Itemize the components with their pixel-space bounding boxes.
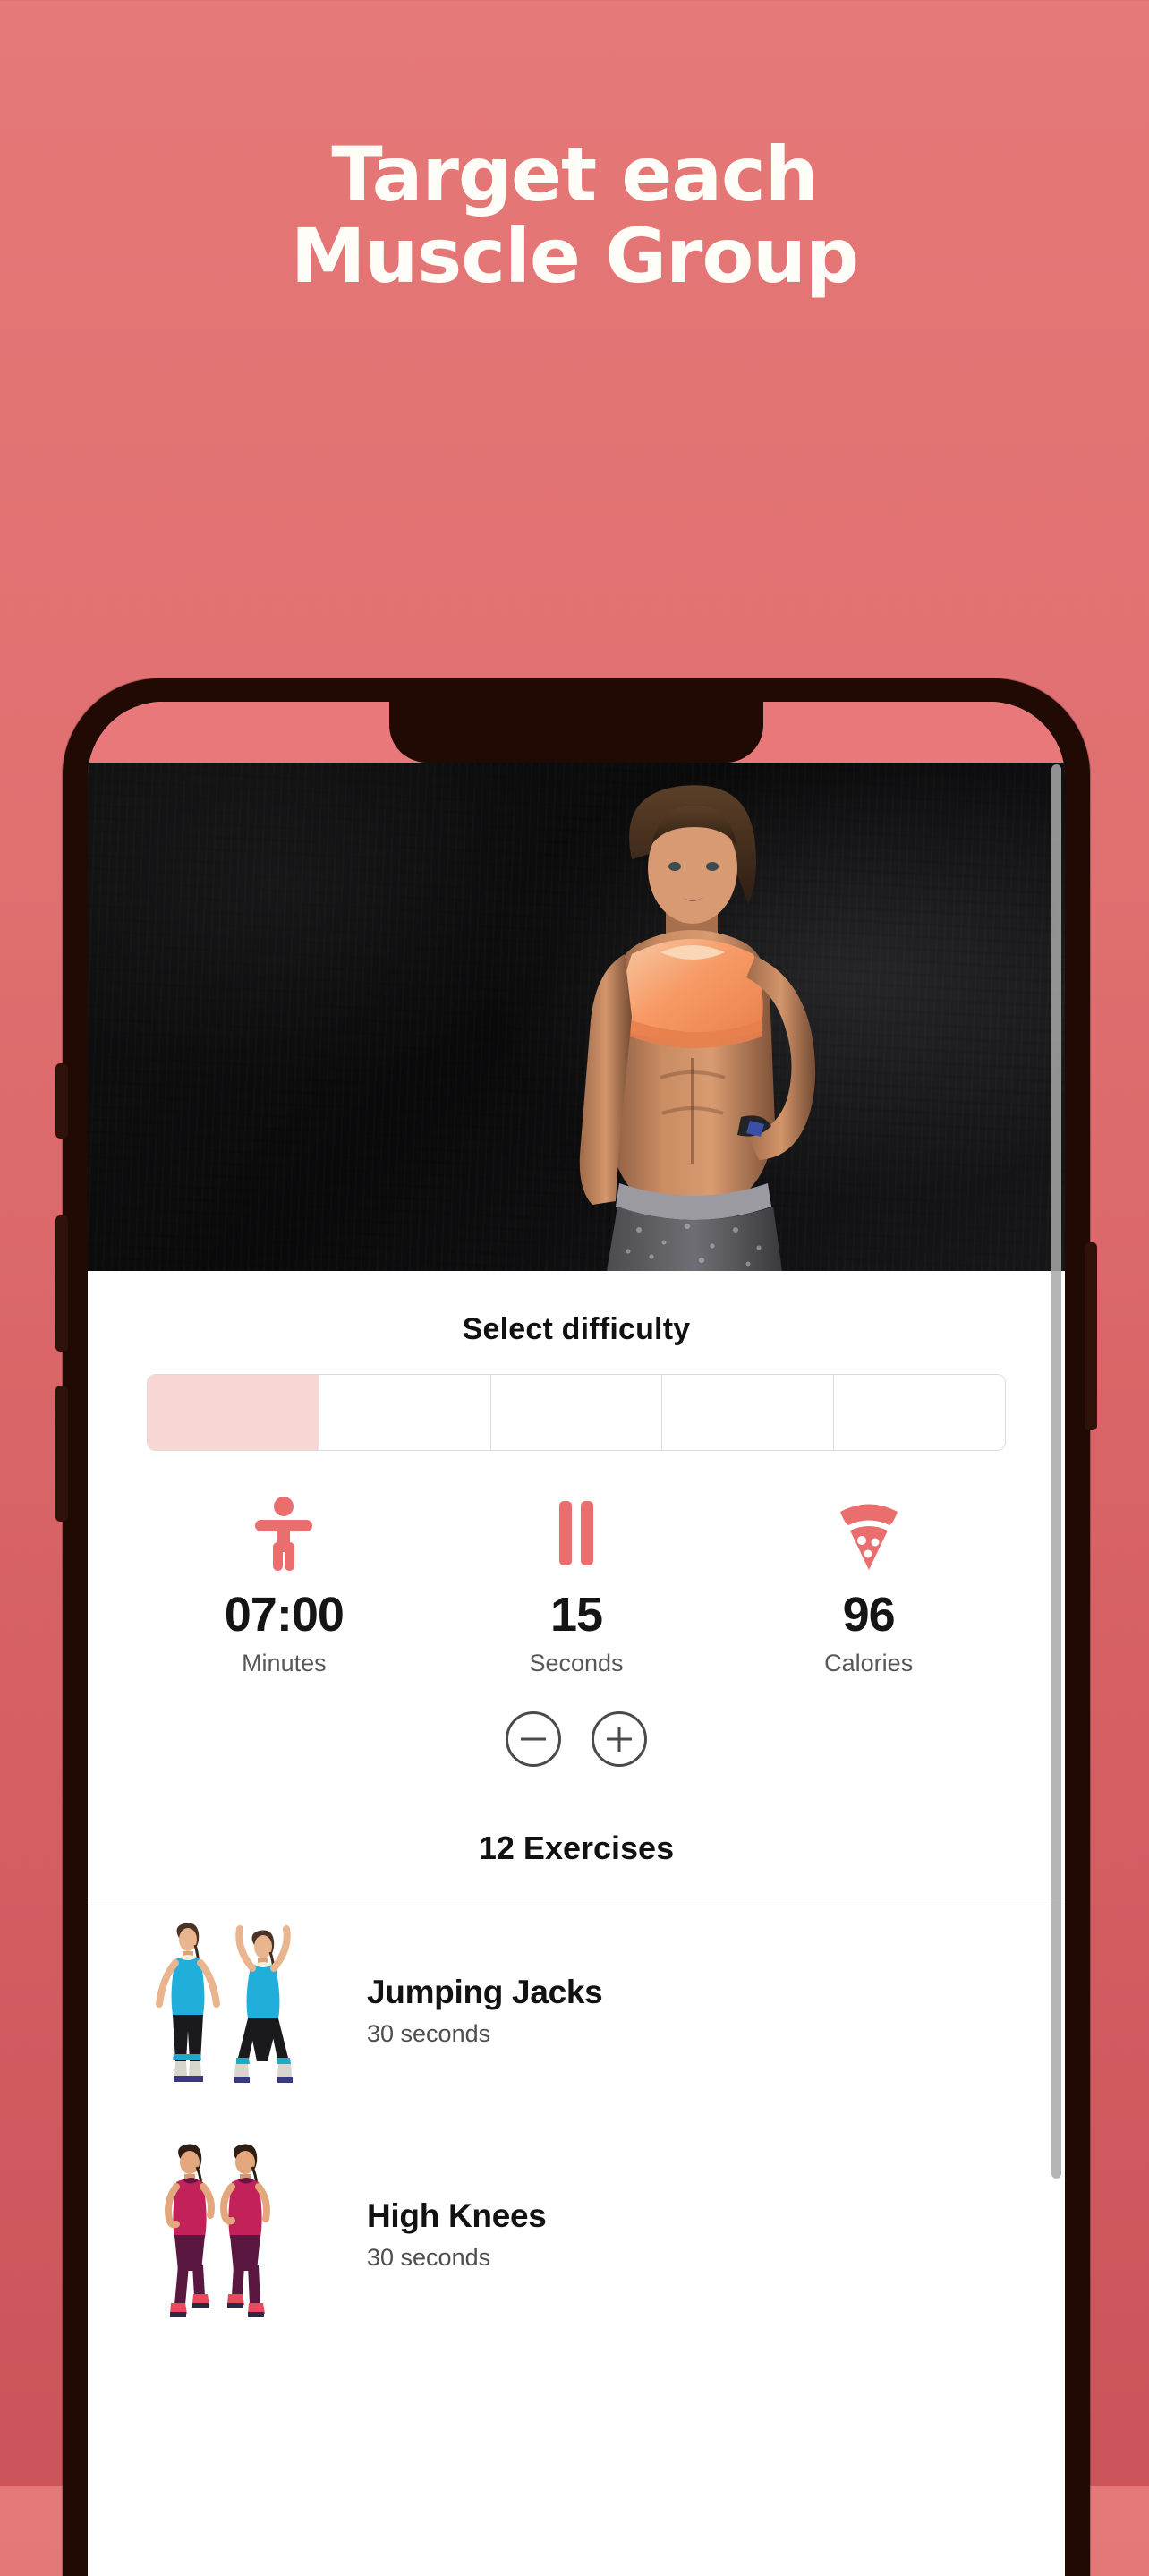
difficulty-segment-5[interactable] bbox=[834, 1375, 1005, 1450]
volume-up-button[interactable] bbox=[55, 1215, 68, 1352]
exercises-count-header: 12 Exercises bbox=[88, 1803, 1065, 1898]
headline-line-2: Muscle Group bbox=[290, 211, 859, 300]
jumping-jacks-thumb bbox=[143, 1918, 328, 2103]
exercise-duration: 30 seconds bbox=[367, 2019, 491, 2047]
decrease-duration-button[interactable] bbox=[506, 1711, 561, 1767]
difficulty-segment-3[interactable] bbox=[491, 1375, 663, 1450]
difficulty-segment-4[interactable] bbox=[662, 1375, 835, 1450]
exercise-text: High Knees 30 seconds bbox=[367, 2197, 547, 2272]
high-knees-thumb bbox=[143, 2142, 328, 2326]
exercise-name: Jumping Jacks bbox=[367, 1973, 603, 2010]
stat-minutes: 07:00 Minutes bbox=[138, 1492, 430, 1677]
stat-calories-label: Calories bbox=[824, 1650, 914, 1676]
exercise-duration: 30 seconds bbox=[367, 2243, 491, 2271]
status-bar bbox=[88, 702, 1065, 763]
volume-down-button[interactable] bbox=[55, 1386, 68, 1522]
pizza-icon bbox=[722, 1492, 1015, 1574]
headline-line-1: Target each bbox=[331, 131, 818, 218]
exercise-text: Jumping Jacks 30 seconds bbox=[367, 1973, 603, 2048]
screen-scrollbar[interactable] bbox=[1051, 764, 1061, 2179]
difficulty-segment-2[interactable] bbox=[319, 1375, 491, 1450]
stat-minutes-value: 07:00 bbox=[224, 1588, 345, 1642]
phone-mockup: Select difficulty 07:00 Minutes 15 Secon… bbox=[55, 678, 1097, 2576]
select-difficulty-title: Select difficulty bbox=[462, 1312, 691, 1346]
difficulty-segment-1[interactable] bbox=[148, 1375, 319, 1450]
duration-steppers bbox=[88, 1681, 1065, 1803]
stat-minutes-label: Minutes bbox=[242, 1650, 327, 1676]
marketing-headline: Target each Muscle Group bbox=[0, 134, 1149, 296]
stat-calories-value: 96 bbox=[842, 1588, 896, 1642]
workout-stats: 07:00 Minutes 15 Seconds 96 Calories bbox=[88, 1451, 1065, 1681]
phone-screen: Select difficulty 07:00 Minutes 15 Secon… bbox=[88, 702, 1065, 2576]
hero-image bbox=[88, 763, 1065, 1271]
increase-duration-button[interactable] bbox=[592, 1711, 647, 1767]
list-item[interactable]: High Knees 30 seconds bbox=[88, 2122, 1065, 2346]
list-item[interactable]: Jumping Jacks 30 seconds bbox=[88, 1898, 1065, 2122]
workout-detail-sheet: Select difficulty 07:00 Minutes 15 Secon… bbox=[88, 1271, 1065, 2346]
stat-seconds-label: Seconds bbox=[529, 1650, 624, 1676]
hero-model-illustration bbox=[579, 785, 816, 1271]
person-icon bbox=[138, 1492, 430, 1574]
power-button[interactable] bbox=[1085, 1242, 1097, 1430]
stat-seconds-value: 15 bbox=[549, 1588, 603, 1642]
stat-seconds: 15 Seconds bbox=[430, 1492, 723, 1677]
exercise-name: High Knees bbox=[367, 2196, 547, 2234]
silent-switch-button[interactable] bbox=[55, 1063, 68, 1139]
pause-icon bbox=[430, 1492, 723, 1574]
stat-calories: 96 Calories bbox=[722, 1492, 1015, 1677]
notch bbox=[389, 702, 763, 763]
difficulty-selector[interactable] bbox=[147, 1374, 1006, 1451]
